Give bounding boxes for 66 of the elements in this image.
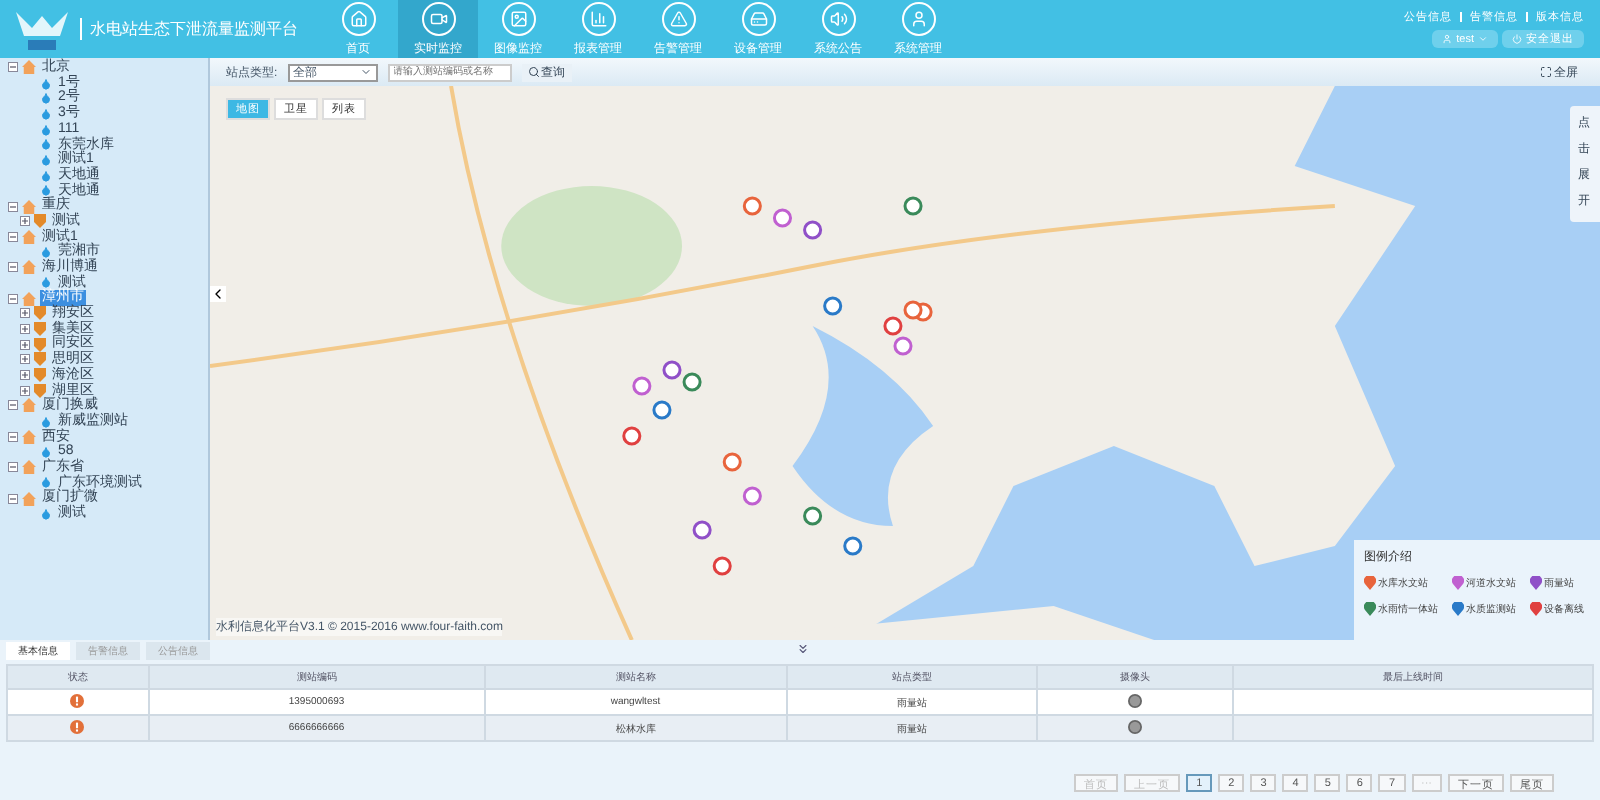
warning-icon [661, 1, 695, 35]
map-marker-icon[interactable] [742, 196, 762, 216]
app-title: 水电站生态下泄流量监测平台 [80, 18, 298, 40]
speaker-icon [821, 1, 855, 35]
droplet-icon [40, 507, 52, 520]
map-marker-icon[interactable] [772, 208, 792, 228]
house-icon [22, 491, 36, 506]
power-icon [1512, 34, 1522, 44]
map-marker-icon[interactable] [843, 536, 863, 556]
collapse-toggle-icon[interactable] [8, 231, 18, 242]
map-marker-icon[interactable] [652, 400, 672, 420]
house-icon [22, 291, 36, 306]
expand-toggle-icon[interactable] [20, 216, 30, 227]
map-marker-icon[interactable] [903, 300, 923, 320]
house-icon [22, 398, 36, 413]
droplet-icon [40, 276, 52, 289]
house-icon [22, 429, 36, 444]
map-marker-icon[interactable] [692, 520, 712, 540]
collapse-panel-icon[interactable] [796, 642, 810, 656]
house-icon [22, 460, 36, 475]
caret-icon [359, 66, 372, 78]
droplet-icon [40, 446, 52, 459]
user-icon [901, 1, 935, 35]
expand-toggle-icon[interactable] [20, 370, 30, 381]
collapse-toggle-icon[interactable] [8, 400, 18, 411]
device-icon [741, 1, 775, 35]
expand-toggle-icon[interactable] [20, 385, 30, 396]
map-marker-icon[interactable] [803, 220, 823, 240]
search-icon [527, 66, 540, 78]
map-marker-icon[interactable] [662, 360, 682, 380]
collapse-toggle-icon[interactable] [8, 201, 18, 212]
expand-toggle-icon[interactable] [20, 339, 30, 350]
logo-icon [12, 7, 72, 51]
map-marker-icon[interactable] [682, 372, 702, 392]
expand-toggle-icon[interactable] [20, 354, 30, 365]
collapse-toggle-icon[interactable] [8, 431, 18, 442]
bar-chart-icon [581, 1, 615, 35]
collapse-toggle-icon[interactable] [8, 493, 18, 504]
house-icon [22, 260, 36, 275]
map-marker-icon[interactable] [722, 452, 742, 472]
map-marker-icon[interactable] [893, 336, 913, 356]
image-icon [501, 1, 535, 35]
caret-icon [1478, 34, 1488, 44]
video-camera-icon [421, 1, 455, 35]
collapse-toggle-icon[interactable] [8, 62, 18, 73]
map-marker-icon[interactable] [632, 376, 652, 396]
map-marker-icon[interactable] [712, 556, 732, 576]
droplet-icon [40, 246, 52, 259]
map-marker-icon[interactable] [823, 296, 843, 316]
map-marker-icon[interactable] [883, 316, 903, 336]
user-icon [1442, 34, 1453, 44]
droplet-icon [40, 476, 52, 489]
droplet-icon [40, 415, 52, 428]
map-marker-icon[interactable] [622, 426, 642, 446]
map-marker-icon[interactable] [803, 506, 823, 526]
map-marker-icon[interactable] [742, 486, 762, 506]
collapse-sidebar-icon[interactable] [210, 286, 226, 302]
expand-toggle-icon[interactable] [20, 324, 30, 335]
map-marker-icon[interactable] [903, 196, 923, 216]
collapse-toggle-icon[interactable] [8, 462, 18, 473]
district-icon [34, 214, 46, 229]
expand-toggle-icon[interactable] [20, 308, 30, 319]
collapse-toggle-icon[interactable] [8, 262, 18, 273]
collapse-toggle-icon[interactable] [8, 293, 18, 304]
home-icon [341, 1, 375, 35]
house-icon [22, 60, 36, 75]
